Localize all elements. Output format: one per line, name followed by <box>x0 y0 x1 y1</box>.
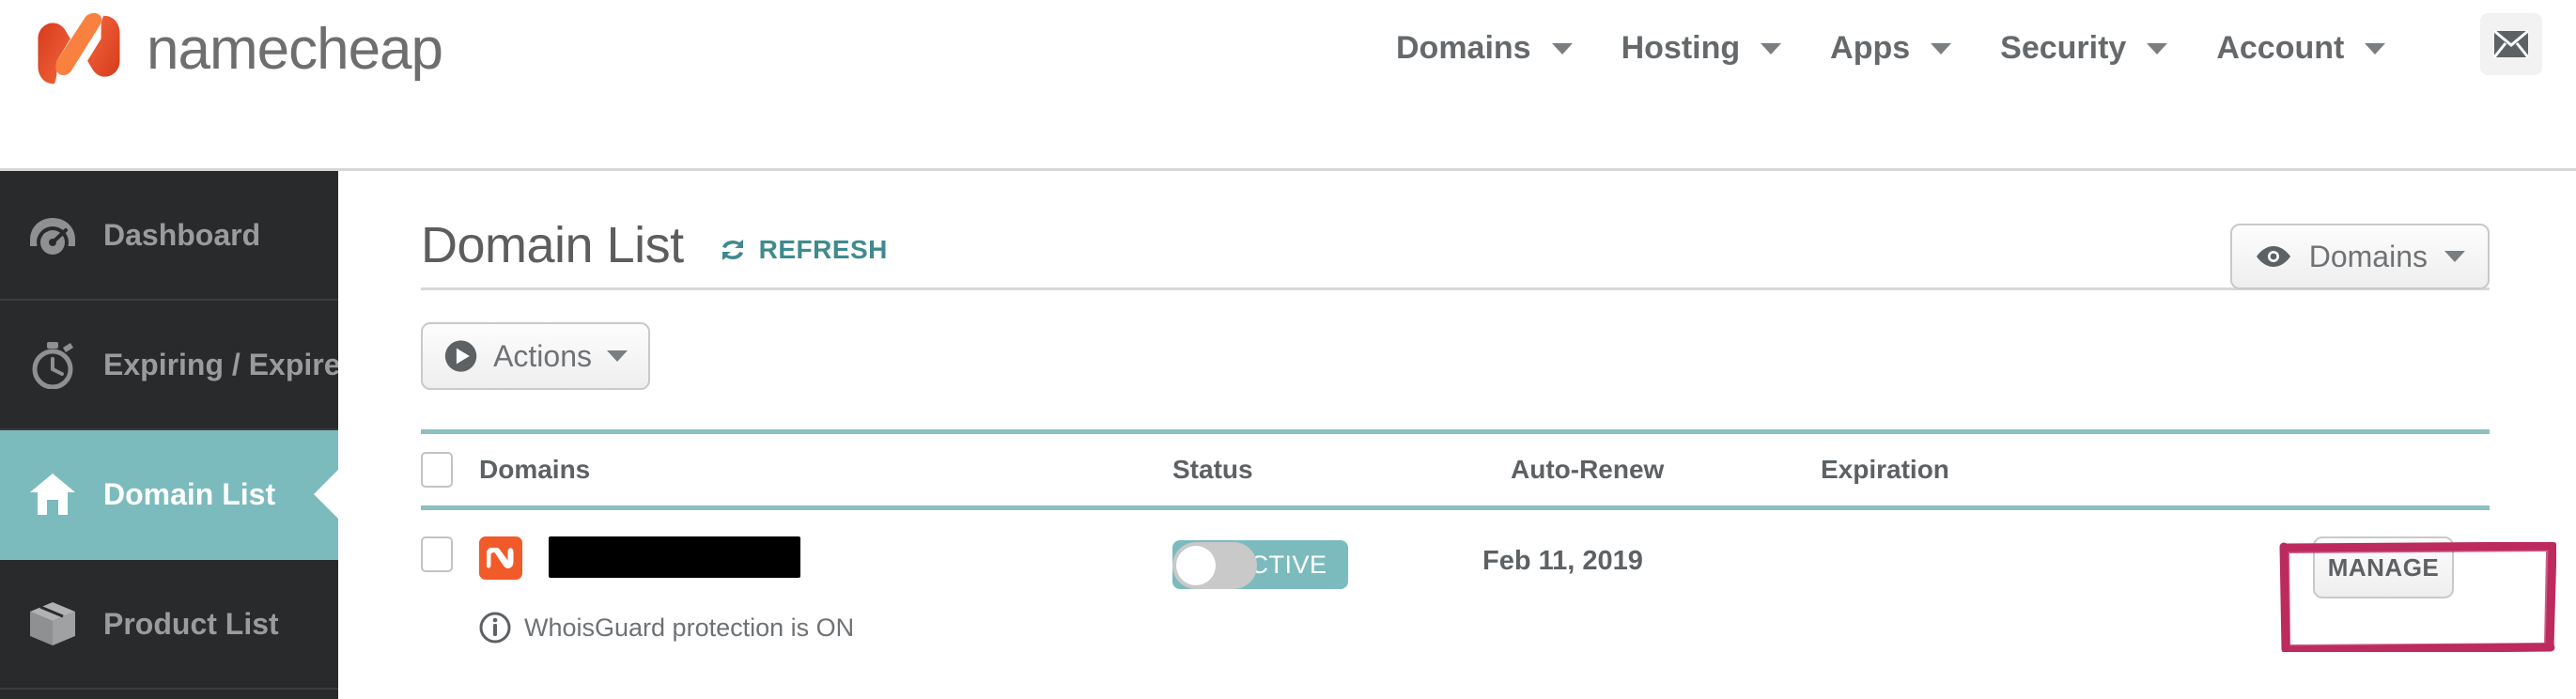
column-header-status: Status <box>1172 455 1253 484</box>
chevron-down-icon <box>2147 42 2168 54</box>
nav-label: Apps <box>1830 30 1911 66</box>
brand-logo[interactable]: namecheap <box>36 13 443 86</box>
chevron-down-icon <box>1551 42 1573 54</box>
nav-label: Security <box>2000 30 2127 66</box>
nav-item-hosting[interactable]: Hosting <box>1597 30 1807 67</box>
manage-button[interactable]: MANAGE <box>2313 536 2454 598</box>
header-cell-domains: Domains <box>421 452 1172 488</box>
page-header: namecheap Domains Hosting Apps Security … <box>0 0 2576 171</box>
envelope-icon <box>2493 30 2529 58</box>
actions-row: Actions <box>421 290 2490 390</box>
mail-button[interactable] <box>2480 13 2542 75</box>
sidebar-item-label: Domain List <box>103 476 276 511</box>
manage-cell: MANAGE <box>1821 536 2490 598</box>
table-header-row: Domains Status Auto-Renew Expiration <box>421 429 2490 510</box>
nav-item-apps[interactable]: Apps <box>1806 30 1976 67</box>
expiration-cell: Feb 11, 2019 <box>1482 536 1821 577</box>
sidebar-item-label: Product List <box>103 606 279 641</box>
brand-name: namecheap <box>147 17 443 82</box>
title-row: Domain List REFRESH <box>421 171 2490 273</box>
domains-view-filter-button[interactable]: Domains <box>2229 224 2490 289</box>
expiration-date: Feb 11, 2019 <box>1482 546 1643 576</box>
sidebar-item-product-list[interactable]: Product List <box>0 560 338 690</box>
nav-item-security[interactable]: Security <box>1976 30 2192 67</box>
auto-renew-toggle[interactable] <box>1172 542 1257 589</box>
sidebar-item-domain-list[interactable]: Domain List <box>0 430 338 560</box>
view-filter-label: Domains <box>2308 239 2428 273</box>
eye-icon <box>2256 246 2290 267</box>
info-icon <box>479 612 511 644</box>
box-icon <box>26 598 79 650</box>
column-header-expiration: Expiration <box>1821 455 1949 484</box>
column-header-auto-renew: Auto-Renew <box>1511 455 1665 484</box>
refresh-link[interactable]: REFRESH <box>718 235 888 265</box>
actions-button[interactable]: Actions <box>421 322 650 390</box>
toggle-knob <box>1176 546 1216 585</box>
nav-label: Domains <box>1396 30 1531 66</box>
sidebar-item-dashboard[interactable]: Dashboard <box>0 171 338 301</box>
auto-renew-cell <box>1172 536 1482 589</box>
whoisguard-note-label: WhoisGuard protection is ON <box>524 613 855 642</box>
refresh-label: REFRESH <box>758 235 888 264</box>
chevron-down-icon <box>2365 42 2386 54</box>
main-content: Domain List REFRESH Domains Actions Doma… <box>338 171 2576 699</box>
house-icon <box>26 468 79 520</box>
play-circle-icon <box>444 340 477 372</box>
status-cell: ACTIVE <box>421 536 1348 589</box>
page-title: Domain List <box>421 217 684 273</box>
sidebar-item-label: Dashboard <box>103 217 261 252</box>
chevron-down-icon <box>1931 42 1952 54</box>
domain-table: Domains Status Auto-Renew Expiration ACT… <box>421 429 2490 644</box>
select-all-checkbox[interactable] <box>421 452 453 488</box>
page-body: Dashboard Expiring / Expired Domain List <box>0 171 2576 699</box>
namecheap-logo-icon <box>38 13 120 85</box>
nav-item-domains[interactable]: Domains <box>1372 30 1597 67</box>
stopwatch-icon <box>26 338 79 391</box>
speedometer-icon <box>26 209 79 261</box>
sidebar-item-label: Expiring / Expired <box>103 347 360 381</box>
nav-item-account[interactable]: Account <box>2192 30 2410 67</box>
chevron-down-icon <box>607 350 628 362</box>
sidebar-item-expiring-expired[interactable]: Expiring / Expired <box>0 301 359 430</box>
whoisguard-note: WhoisGuard protection is ON <box>479 612 2490 644</box>
actions-label: Actions <box>493 338 592 373</box>
active-pointer-icon <box>314 470 338 519</box>
nav-label: Hosting <box>1621 30 1741 66</box>
refresh-icon <box>722 240 743 260</box>
sidebar: Dashboard Expiring / Expired Domain List <box>0 171 359 699</box>
top-navigation: Domains Hosting Apps Security Account <box>1372 30 2410 67</box>
table-row: ACTIVE Feb 11, 2019 MANAGE <box>421 510 2490 598</box>
nav-label: Account <box>2216 30 2345 66</box>
column-header-label: Domains <box>479 455 591 484</box>
chevron-down-icon <box>1761 42 1782 54</box>
chevron-down-icon <box>2444 251 2465 262</box>
